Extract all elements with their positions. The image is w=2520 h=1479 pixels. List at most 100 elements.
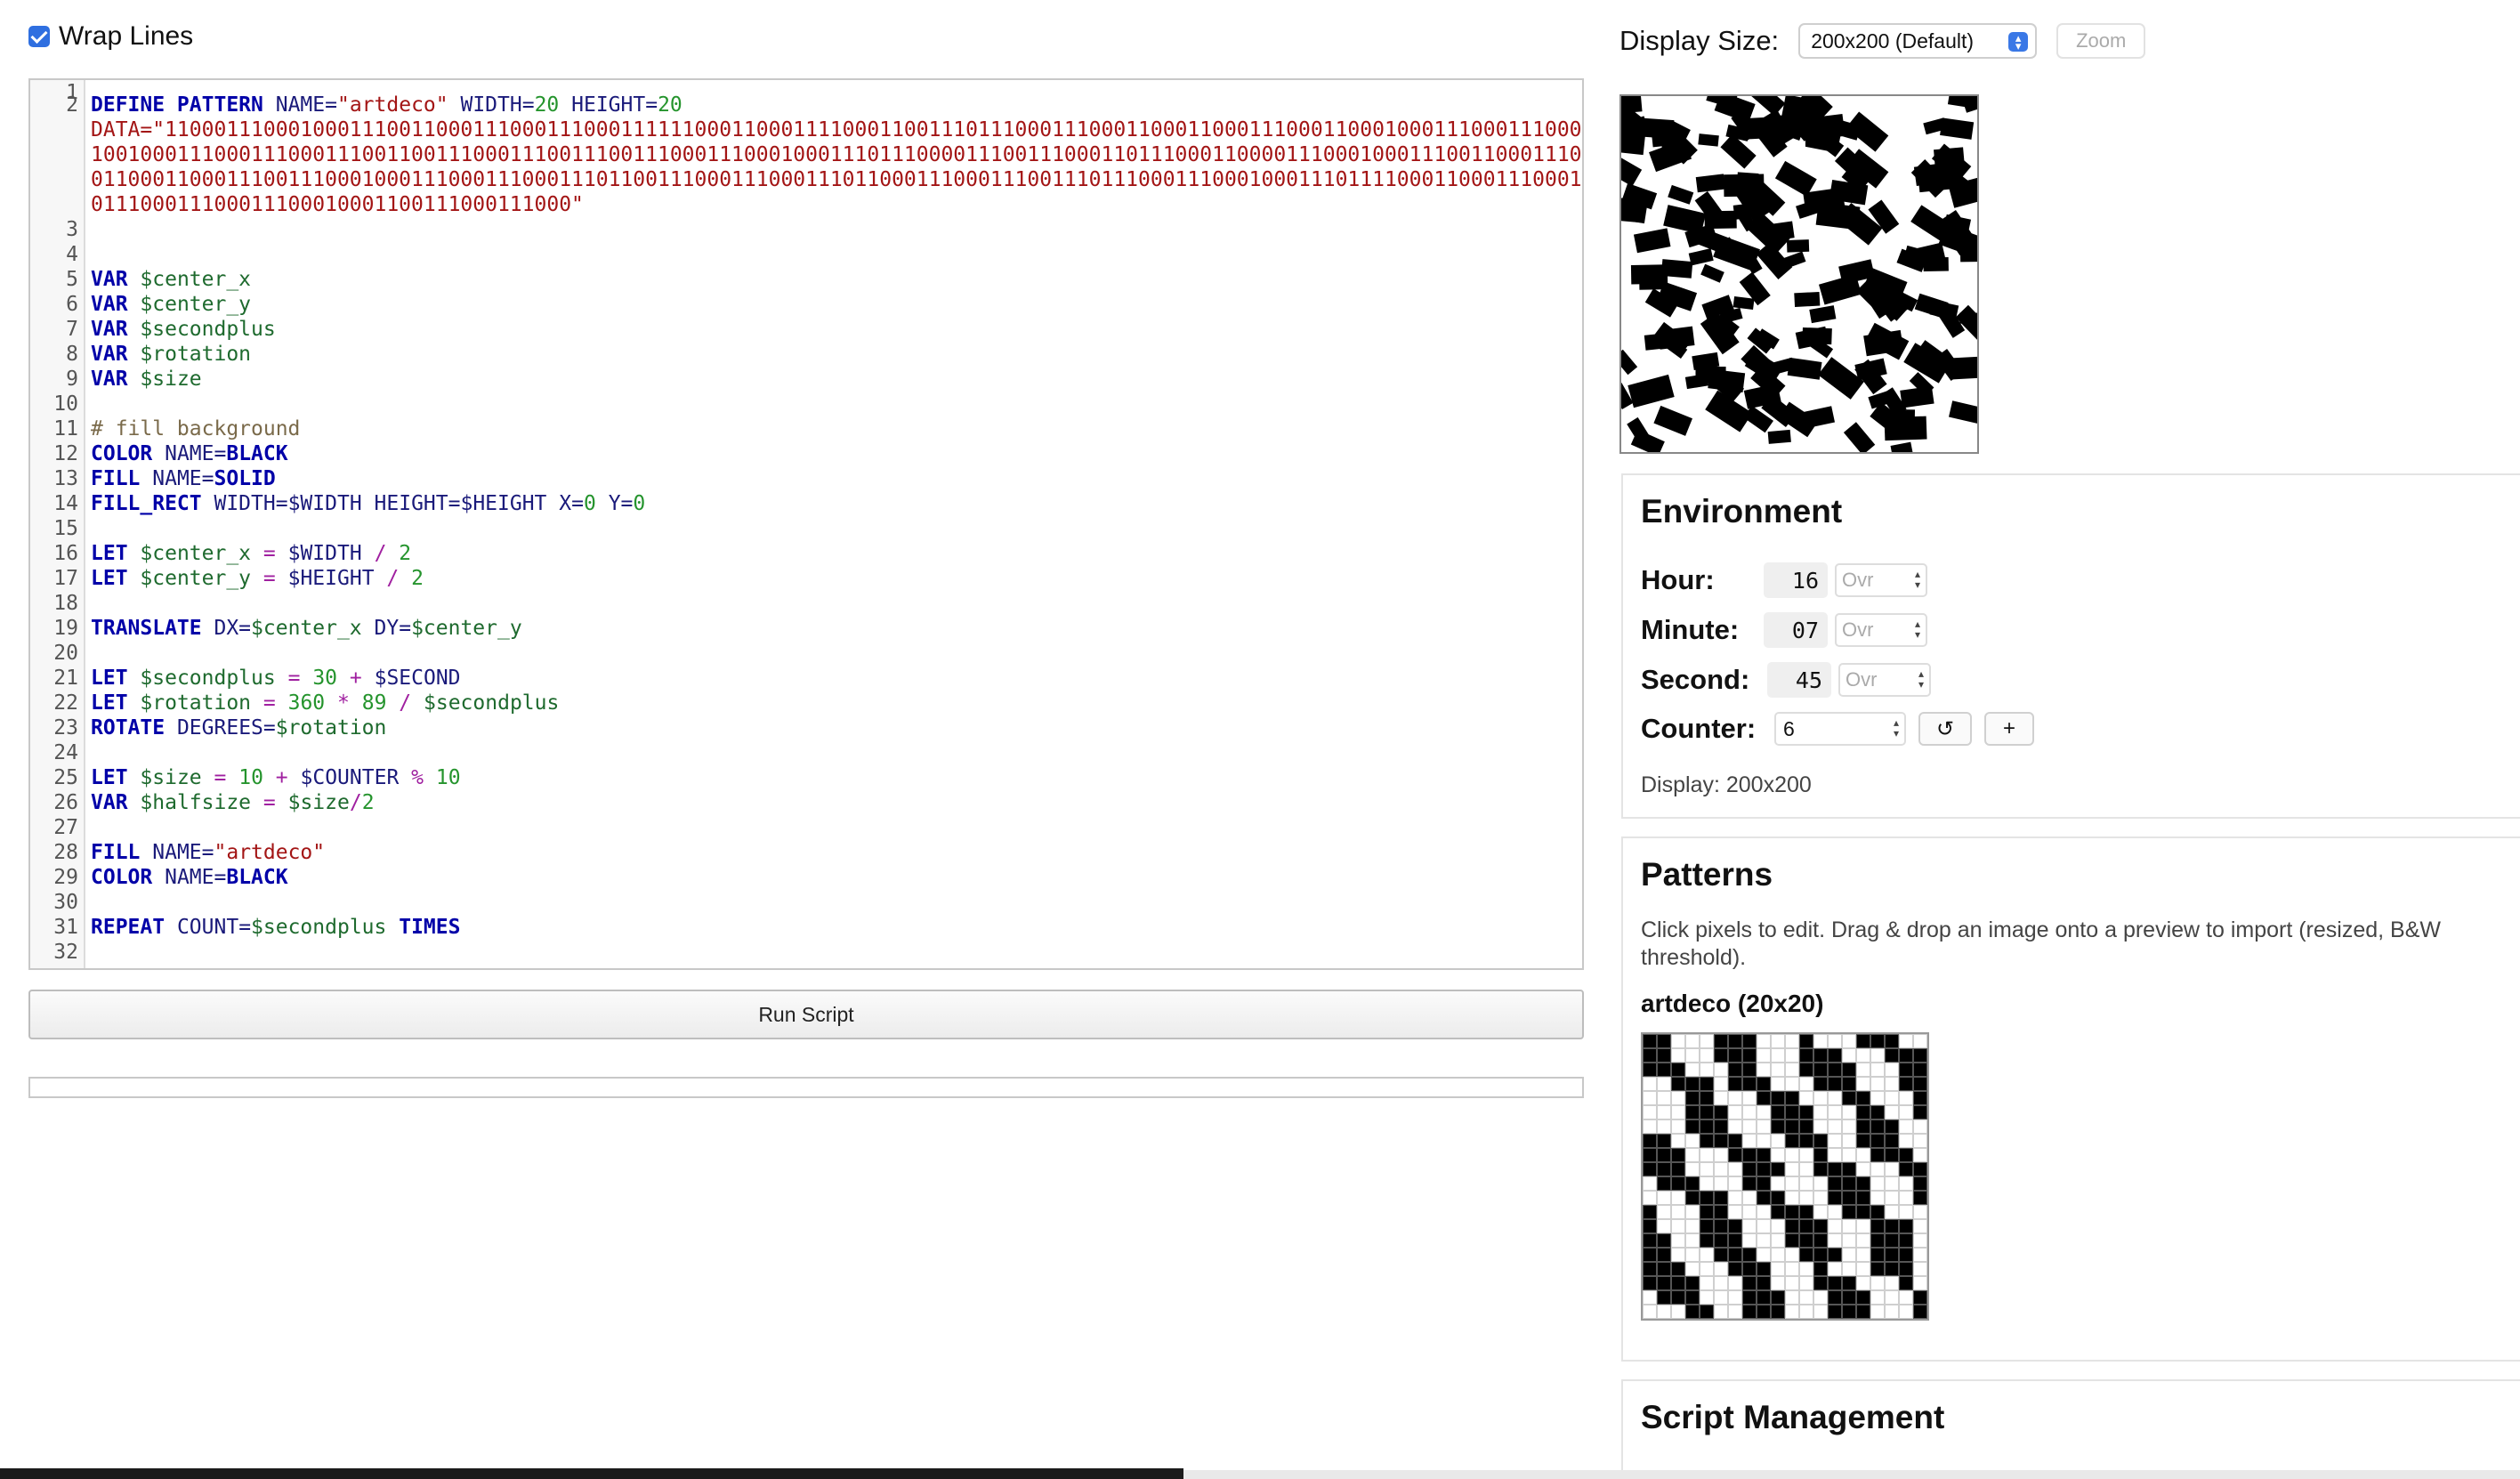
- pattern-pixel[interactable]: [1885, 1134, 1899, 1148]
- pattern-pixel[interactable]: [1799, 1176, 1813, 1191]
- pattern-pixel[interactable]: [1828, 1105, 1842, 1119]
- pattern-pixel[interactable]: [1685, 1262, 1700, 1276]
- pattern-pixel[interactable]: [1885, 1162, 1899, 1176]
- pattern-pixel[interactable]: [1742, 1091, 1757, 1105]
- pattern-pixel[interactable]: [1799, 1305, 1813, 1319]
- pattern-pixel[interactable]: [1685, 1077, 1700, 1091]
- pattern-pixel[interactable]: [1771, 1176, 1785, 1191]
- pattern-pixel[interactable]: [1771, 1290, 1785, 1305]
- pattern-pixel[interactable]: [1828, 1233, 1842, 1248]
- pattern-pixel[interactable]: [1657, 1034, 1671, 1048]
- pattern-pixel[interactable]: [1700, 1034, 1714, 1048]
- pattern-pixel[interactable]: [1671, 1105, 1685, 1119]
- pattern-pixel[interactable]: [1714, 1105, 1728, 1119]
- pattern-pixel[interactable]: [1913, 1091, 1927, 1105]
- pattern-pixel[interactable]: [1742, 1134, 1757, 1148]
- hour-override-input[interactable]: Ovr ▴ ▾: [1835, 563, 1927, 597]
- pattern-pixel[interactable]: [1913, 1305, 1927, 1319]
- pattern-pixel[interactable]: [1742, 1290, 1757, 1305]
- pattern-pixel[interactable]: [1870, 1105, 1885, 1119]
- minute-override-input[interactable]: Ovr ▴ ▾: [1835, 613, 1927, 647]
- pattern-pixel[interactable]: [1842, 1134, 1856, 1148]
- pattern-pixel[interactable]: [1870, 1233, 1885, 1248]
- pattern-pixel[interactable]: [1785, 1219, 1799, 1233]
- pattern-pixel[interactable]: [1685, 1176, 1700, 1191]
- pattern-pixel[interactable]: [1813, 1048, 1828, 1063]
- pattern-pixel[interactable]: [1899, 1048, 1913, 1063]
- pattern-pixel[interactable]: [1771, 1091, 1785, 1105]
- pattern-pixel[interactable]: [1813, 1063, 1828, 1077]
- pattern-pixel[interactable]: [1671, 1176, 1685, 1191]
- pattern-pixel[interactable]: [1771, 1148, 1785, 1162]
- pattern-pixel[interactable]: [1657, 1248, 1671, 1262]
- pattern-pixel[interactable]: [1813, 1134, 1828, 1148]
- pattern-pixel[interactable]: [1813, 1305, 1828, 1319]
- pattern-pixel[interactable]: [1757, 1048, 1771, 1063]
- pattern-pixel[interactable]: [1856, 1077, 1870, 1091]
- pattern-pixel[interactable]: [1714, 1176, 1728, 1191]
- pattern-pixel[interactable]: [1657, 1219, 1671, 1233]
- pattern-pixel[interactable]: [1771, 1191, 1785, 1205]
- pattern-pixel[interactable]: [1728, 1205, 1742, 1219]
- pattern-pixel[interactable]: [1671, 1034, 1685, 1048]
- pattern-pixel[interactable]: [1785, 1176, 1799, 1191]
- pattern-pixel[interactable]: [1856, 1219, 1870, 1233]
- pattern-pixel[interactable]: [1885, 1248, 1899, 1262]
- pattern-pixel[interactable]: [1885, 1191, 1899, 1205]
- pattern-pixel[interactable]: [1657, 1134, 1671, 1148]
- pattern-pixel[interactable]: [1913, 1219, 1927, 1233]
- pattern-pixel[interactable]: [1757, 1091, 1771, 1105]
- pattern-pixel[interactable]: [1671, 1219, 1685, 1233]
- pattern-pixel[interactable]: [1842, 1248, 1856, 1262]
- pattern-pixel[interactable]: [1913, 1077, 1927, 1091]
- pattern-pixel[interactable]: [1685, 1248, 1700, 1262]
- pattern-pixel[interactable]: [1728, 1305, 1742, 1319]
- pattern-pixel[interactable]: [1643, 1290, 1657, 1305]
- pattern-pixel[interactable]: [1842, 1191, 1856, 1205]
- pattern-pixel[interactable]: [1842, 1048, 1856, 1063]
- pattern-pixel[interactable]: [1885, 1262, 1899, 1276]
- pattern-pixel[interactable]: [1757, 1248, 1771, 1262]
- pattern-pixel[interactable]: [1813, 1290, 1828, 1305]
- pattern-pixel[interactable]: [1799, 1276, 1813, 1290]
- pattern-pixel[interactable]: [1757, 1205, 1771, 1219]
- pattern-pixel[interactable]: [1870, 1191, 1885, 1205]
- pattern-pixel[interactable]: [1885, 1077, 1899, 1091]
- pattern-pixel[interactable]: [1714, 1148, 1728, 1162]
- pattern-pixel[interactable]: [1813, 1262, 1828, 1276]
- pattern-pixel[interactable]: [1799, 1034, 1813, 1048]
- pattern-pixel[interactable]: [1856, 1305, 1870, 1319]
- pattern-pixel[interactable]: [1899, 1290, 1913, 1305]
- pattern-pixel[interactable]: [1700, 1091, 1714, 1105]
- pattern-pixel[interactable]: [1856, 1276, 1870, 1290]
- pattern-pixel[interactable]: [1757, 1119, 1771, 1134]
- pattern-pixel[interactable]: [1799, 1262, 1813, 1276]
- wrap-lines-toggle[interactable]: Wrap Lines: [28, 21, 193, 52]
- pattern-pixel[interactable]: [1842, 1034, 1856, 1048]
- pattern-pixel[interactable]: [1799, 1191, 1813, 1205]
- display-size-select[interactable]: 200x200 (Default) ▴ ▾: [1798, 23, 2038, 59]
- pattern-pixel[interactable]: [1870, 1134, 1885, 1148]
- pattern-pixel[interactable]: [1913, 1176, 1927, 1191]
- pattern-pixel[interactable]: [1671, 1305, 1685, 1319]
- pattern-pixel[interactable]: [1728, 1262, 1742, 1276]
- pattern-pixel[interactable]: [1700, 1191, 1714, 1205]
- pattern-pixel[interactable]: [1757, 1176, 1771, 1191]
- pattern-pixel[interactable]: [1700, 1262, 1714, 1276]
- pattern-pixel[interactable]: [1728, 1219, 1742, 1233]
- pattern-pixel[interactable]: [1913, 1034, 1927, 1048]
- pattern-pixel[interactable]: [1828, 1276, 1842, 1290]
- pattern-pixel[interactable]: [1700, 1276, 1714, 1290]
- pattern-pixel[interactable]: [1828, 1262, 1842, 1276]
- pattern-pixel[interactable]: [1785, 1048, 1799, 1063]
- pattern-pixel[interactable]: [1643, 1105, 1657, 1119]
- pattern-pixel[interactable]: [1700, 1048, 1714, 1063]
- run-script-button[interactable]: Run Script: [28, 990, 1584, 1039]
- pattern-pixel[interactable]: [1643, 1305, 1657, 1319]
- pattern-pixel[interactable]: [1757, 1219, 1771, 1233]
- pattern-pixel[interactable]: [1913, 1191, 1927, 1205]
- pattern-pixel[interactable]: [1813, 1105, 1828, 1119]
- pattern-pixel[interactable]: [1885, 1219, 1899, 1233]
- pattern-pixel[interactable]: [1870, 1091, 1885, 1105]
- pattern-pixel[interactable]: [1728, 1063, 1742, 1077]
